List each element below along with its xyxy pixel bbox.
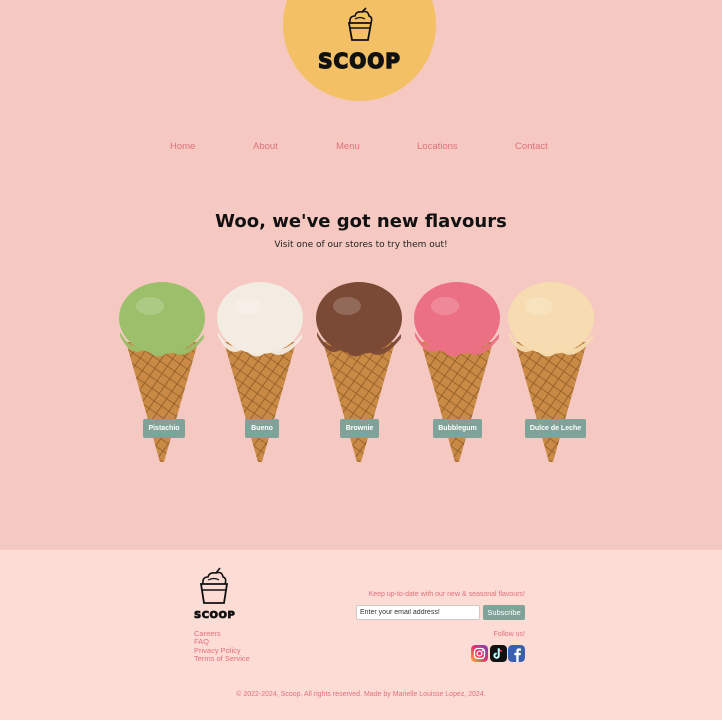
flavour-button-brownie[interactable]: Brownie [340,419,379,438]
nav-home[interactable]: Home [170,141,195,152]
nav-about[interactable]: About [253,141,278,152]
nav-menu[interactable]: Menu [336,141,360,152]
flavour-button-dulce-de-leche[interactable]: Dulce de Leche [525,419,586,438]
follow-us-label: Follow us! [493,631,525,638]
facebook-icon[interactable] [508,645,525,662]
main-nav: Home About Menu Locations Contact [0,141,722,155]
email-field[interactable] [356,605,480,620]
instagram-icon[interactable] [471,645,488,662]
flavour-button-bueno[interactable]: Bueno [245,419,279,438]
nav-locations[interactable]: Locations [417,141,458,152]
subscribe-button[interactable]: Subscribe [483,605,525,620]
copyright-text: © 2022-2024, Scoop. All rights reserved.… [236,691,486,698]
newsletter-label: Keep up-to-date with our new & seasonal … [368,591,525,598]
footer-brand-logo[interactable]: SCOOP [194,610,236,622]
hero-subtitle: Visit one of our stores to try them out! [274,240,448,250]
flavour-button-bubblegum[interactable]: Bubblegum [433,419,482,438]
tiktok-icon[interactable] [490,645,507,662]
footer-link-terms-of-service[interactable]: Terms of Service [194,654,250,663]
ice-cream-bowl-icon [347,7,373,41]
nav-contact[interactable]: Contact [515,141,548,152]
footer-links: Careers FAQ Privacy Policy Terms of Serv… [194,629,250,663]
hero-title: Woo, we've got new flavours [215,211,507,232]
flavour-button-pistachio[interactable]: Pistachio [143,419,185,438]
ice-cream-bowl-icon [199,567,229,604]
brand-logo-text[interactable]: SCOOP [283,48,436,73]
